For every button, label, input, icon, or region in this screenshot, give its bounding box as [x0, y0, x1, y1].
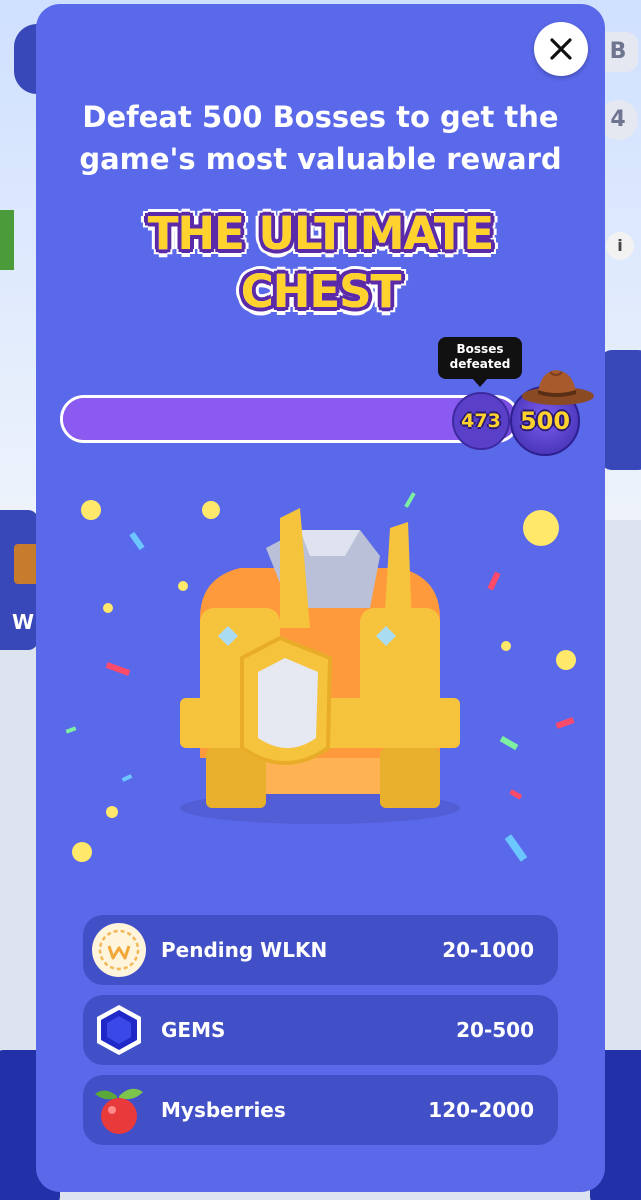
- reward-name: Mysberries: [161, 1098, 286, 1122]
- reward-name: GEMS: [161, 1018, 226, 1042]
- chest-title-line-1: THE ULTIMATE: [147, 207, 495, 260]
- gem-icon: [97, 1005, 141, 1055]
- modal-headline: Defeat 500 Bosses to get the game's most…: [79, 100, 562, 176]
- current-bosses-badge: 473: [452, 392, 510, 450]
- bg-left-label: W: [12, 610, 35, 634]
- reward-name: Pending WLKN: [161, 938, 328, 962]
- reward-range: 20-1000: [442, 938, 534, 962]
- chest-title-line-2: CHEST: [240, 265, 402, 318]
- bosses-defeated-tooltip: Bosses defeated: [438, 337, 522, 387]
- bg-info-icon: i: [606, 232, 634, 260]
- rewards-list: Pending WLKN 20-1000 GEMS 20-500 Mysberr…: [83, 915, 558, 1155]
- close-button[interactable]: [534, 22, 588, 76]
- berry-icon: [95, 1088, 143, 1134]
- reward-range: 120-2000: [428, 1098, 534, 1122]
- close-icon: [550, 38, 572, 60]
- wlkn-coin-icon: [92, 923, 146, 977]
- cowboy-hat-icon: [522, 370, 594, 405]
- tooltip-line-2: defeated: [449, 357, 511, 371]
- reward-range: 20-500: [456, 1018, 534, 1042]
- reward-row-wlkn: Pending WLKN 20-1000: [83, 915, 558, 985]
- tooltip-line-1: Bosses: [456, 342, 504, 356]
- boss-progress-fill: [63, 398, 493, 440]
- ultimate-chest-image: [180, 508, 460, 824]
- bg-tree: [0, 210, 14, 270]
- chest-title: THE ULTIMATE CHEST: [36, 205, 605, 321]
- bg-right-card: [600, 350, 641, 470]
- reward-row-mysberries: Mysberries 120-2000: [83, 1075, 558, 1145]
- reward-row-gems: GEMS 20-500: [83, 995, 558, 1065]
- boss-progress-bar: [60, 395, 520, 443]
